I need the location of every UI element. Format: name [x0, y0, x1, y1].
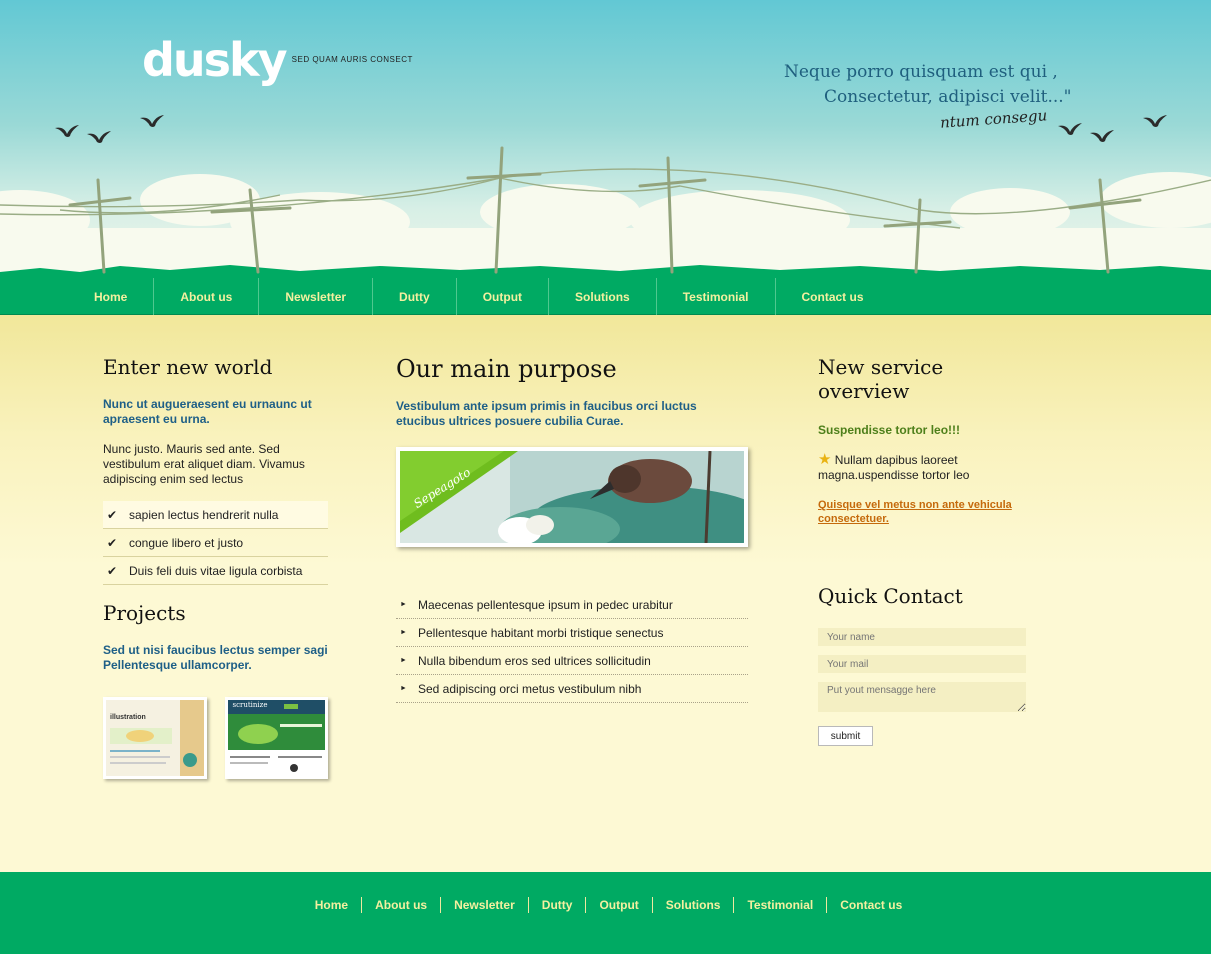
arrow-right-icon: ► [400, 685, 407, 692]
quote-line-1: Neque porro quisquam est qui , [784, 62, 1058, 82]
right-column: New service overview Suspendisse tortor … [818, 355, 1028, 746]
checklist-item: ✔ sapien lectus hendrerit nulla [103, 501, 328, 529]
section-title-purpose: Our main purpose [396, 355, 617, 383]
arrow-right-icon: ► [400, 601, 407, 608]
purpose-lead: Vestibulum ante ipsum primis in faucibus… [396, 399, 697, 428]
section-title-enter: Enter new world [103, 355, 273, 379]
footer-item-solutions[interactable]: Solutions [653, 897, 735, 913]
header: dusky SED QUAM AURIS CONSECT Neque porro… [0, 0, 1211, 278]
section-title-projects: Projects [103, 601, 186, 625]
list-item: ► Nulla bibendum eros sed ultrices sollic… [396, 647, 748, 675]
footer-link-home[interactable]: Home [315, 898, 348, 912]
logo-tagline: SED QUAM AURIS CONSECT [291, 55, 413, 64]
name-field[interactable] [818, 628, 1026, 646]
footer-item-home[interactable]: Home [302, 897, 363, 913]
email-field[interactable] [818, 655, 1026, 673]
thumbnail-1-title: illustration [110, 714, 146, 721]
thumbnail-scrutinize-image [227, 700, 326, 776]
footer-link-solutions[interactable]: Solutions [666, 898, 721, 912]
arrow-right-icon: ► [400, 629, 407, 636]
service-text: ★ Nullam dapibus laoreet magna.uspendiss… [818, 452, 1028, 483]
list-item: ► Pellentesque habitant morbi tristique s… [396, 619, 748, 647]
service-lead: Suspendisse tortor leo!!! [818, 423, 961, 437]
nav-item-newsletter[interactable]: Newsletter [259, 278, 374, 315]
project-thumbnail-2[interactable]: scrutinize [224, 697, 328, 779]
list-item-label: Maecenas pellentesque ipsum in pedec ura… [418, 597, 673, 612]
arrow-right-icon: ► [400, 657, 407, 664]
logo-text: dusky [142, 33, 288, 87]
section-title-contact: Quick Contact [818, 584, 963, 608]
footer-item-testimonial[interactable]: Testimonial [734, 897, 828, 913]
footer-link-output[interactable]: Output [599, 898, 638, 912]
check-icon: ✔ [107, 563, 118, 578]
footer-link-newsletter[interactable]: Newsletter [454, 898, 515, 912]
footer-item-about[interactable]: About us [362, 897, 442, 913]
star-icon: ★ [818, 451, 832, 468]
footer-item-contact[interactable]: Contact us [827, 897, 915, 913]
checklist-label: sapien lectus hendrerit nulla [129, 507, 279, 522]
projects-lead: Sed ut nisi faucibus lectus semper sagi … [103, 643, 328, 672]
thumbnail-2-title: scrutinize [232, 701, 268, 709]
nav-item-contact[interactable]: Contact us [776, 278, 890, 315]
middle-column: Our main purpose Vestibulum ante ipsum p… [396, 355, 748, 703]
list-item-label: Nulla bibendum eros sed ultrices sollici… [418, 653, 651, 668]
footer-link-contact[interactable]: Contact us [840, 898, 902, 912]
project-thumbnail-1[interactable]: illustration [103, 697, 207, 779]
main-nav: Home About us Newsletter Dutty Output So… [0, 278, 1211, 315]
main-content: Enter new world Nunc ut augueraesent eu … [0, 315, 1211, 872]
contact-form: submit [818, 628, 1028, 746]
nav-item-about[interactable]: About us [154, 278, 260, 315]
list-item-label: Pellentesque habitant morbi tristique se… [418, 625, 664, 640]
service-link[interactable]: Quisque vel metus non ante vehicula cons… [818, 498, 1028, 526]
footer-item-dutty[interactable]: Dutty [529, 897, 587, 913]
nav-link-output[interactable]: Output [483, 290, 522, 304]
submit-button[interactable]: submit [818, 726, 873, 746]
footer-item-output[interactable]: Output [586, 897, 653, 913]
nav-link-testimonial[interactable]: Testimonial [683, 290, 749, 304]
checklist-item: ✔ Duis feli duis vitae ligula corbista [103, 557, 328, 585]
left-body: Nunc justo. Mauris sed ante. Sed vestibu… [103, 442, 305, 486]
footer-item-newsletter[interactable]: Newsletter [441, 897, 529, 913]
thumbnail-illustration-image [106, 700, 204, 776]
nav-item-home[interactable]: Home [68, 278, 155, 315]
footer: Home About us Newsletter Dutty Output So… [0, 872, 1211, 954]
section-title-service: New service overview [818, 355, 944, 403]
message-field[interactable] [818, 682, 1026, 712]
header-quote: Neque porro quisquam est qui , Consectet… [760, 60, 1080, 110]
checklist: ✔ sapien lectus hendrerit nulla ✔ congue l… [103, 501, 328, 585]
check-icon: ✔ [107, 507, 118, 522]
nav-link-dutty[interactable]: Dutty [399, 290, 430, 304]
nav-item-dutty[interactable]: Dutty [373, 278, 457, 315]
logo[interactable]: dusky SED QUAM AURIS CONSECT [142, 33, 413, 87]
bird-illustration [400, 450, 748, 547]
project-thumbnails: illustration scrutinize [103, 697, 328, 779]
nav-item-output[interactable]: Output [457, 278, 550, 315]
nav-link-contact[interactable]: Contact us [802, 290, 864, 304]
footer-link-about[interactable]: About us [375, 898, 427, 912]
left-column: Enter new world Nunc ut augueraesent eu … [103, 355, 328, 779]
nav-item-testimonial[interactable]: Testimonial [657, 278, 776, 315]
feature-image: Sepeagoto [396, 447, 748, 547]
footer-link-dutty[interactable]: Dutty [542, 898, 573, 912]
check-icon: ✔ [107, 535, 118, 550]
footer-nav: Home About us Newsletter Dutty Output So… [0, 897, 1211, 913]
list-item: ► Sed adipiscing orci metus vestibulum ni… [396, 675, 748, 703]
checklist-label: Duis feli duis vitae ligula corbista [129, 563, 303, 578]
list-item: ► Maecenas pellentesque ipsum in pedec ur… [396, 591, 748, 619]
nav-link-solutions[interactable]: Solutions [575, 290, 630, 304]
service-text-label: Nullam dapibus laoreet magna.uspendisse … [818, 453, 970, 482]
purpose-list: ► Maecenas pellentesque ipsum in pedec ur… [396, 591, 748, 703]
nav-link-about[interactable]: About us [180, 290, 232, 304]
checklist-item: ✔ congue libero et justo [103, 529, 328, 557]
nav-link-home[interactable]: Home [94, 290, 127, 304]
footer-link-testimonial[interactable]: Testimonial [747, 898, 813, 912]
list-item-label: Sed adipiscing orci metus vestibulum nib… [418, 681, 642, 696]
nav-link-newsletter[interactable]: Newsletter [285, 290, 346, 304]
left-lead: Nunc ut augueraesent eu urnaunc ut aprae… [103, 397, 312, 426]
nav-item-solutions[interactable]: Solutions [549, 278, 657, 315]
checklist-label: congue libero et justo [129, 535, 244, 550]
